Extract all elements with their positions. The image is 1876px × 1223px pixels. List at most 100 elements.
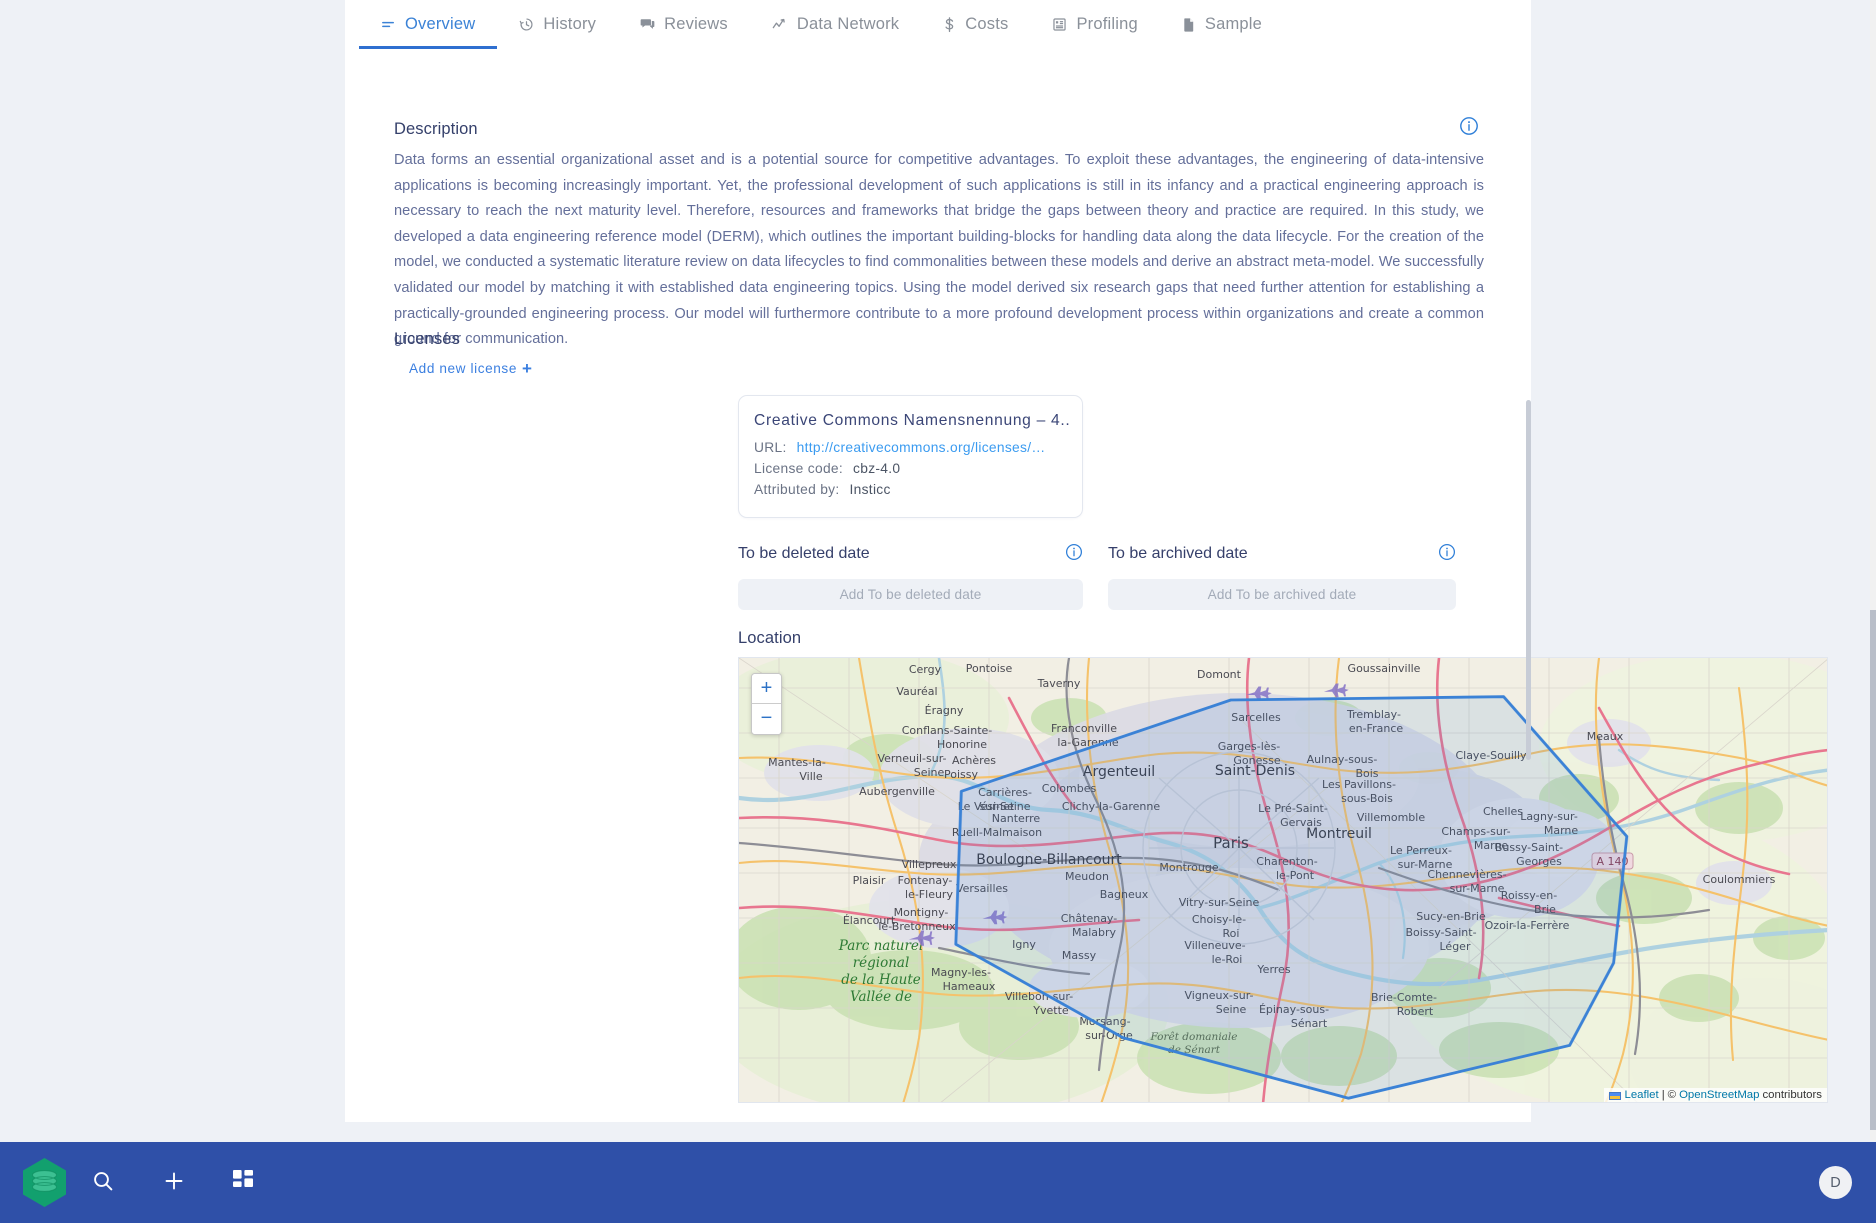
tab-label: History [543, 15, 597, 34]
copyright-symbol: © [1667, 1089, 1677, 1101]
map-city-label: Taverny [1037, 677, 1081, 690]
map-attribution: Leaflet | © OpenStreetMap contributors [1604, 1088, 1827, 1102]
tab-profiling[interactable]: Profiling [1030, 0, 1159, 49]
to-be-archived-date-header: To be archived date [1108, 543, 1456, 565]
profiling-icon [1052, 17, 1067, 32]
window-scrollbar-thumb[interactable] [1870, 610, 1876, 1130]
tab-label: Data Network [796, 15, 900, 34]
map-city-label: Fontenay- [898, 874, 953, 887]
map-city-label: le-Fleury [905, 888, 953, 901]
license-code-value: cbz-4.0 [853, 461, 901, 476]
description-heading: Description [394, 120, 478, 138]
map-city-label: Meaux [1587, 730, 1624, 743]
map-city-label: Ville [799, 770, 822, 783]
map-city-label: Pontoise [966, 662, 1013, 675]
license-attributed-row: Attributed by: Insticc [754, 482, 891, 497]
tab-overview[interactable]: Overview [359, 0, 498, 49]
map-city-label: Coulommiers [1703, 873, 1776, 886]
license-card[interactable]: Creative Commons Namensnennung – 4.... U… [738, 395, 1083, 518]
tab-sample[interactable]: Sample [1160, 0, 1284, 49]
to-be-deleted-date-header: To be deleted date [738, 543, 1083, 565]
openstreetmap-link[interactable]: OpenStreetMap [1679, 1089, 1759, 1101]
info-circle-icon[interactable] [1459, 116, 1479, 141]
license-attributed-value: Insticc [849, 482, 891, 497]
map-city-label: Villepreux [902, 858, 957, 871]
add-new-license-button[interactable]: Add new license + [409, 360, 533, 377]
to-be-deleted-date-field: To be deleted date [738, 543, 1083, 610]
map-park-label: de la Haute [841, 972, 921, 988]
licenses-heading: Licenses [394, 330, 460, 348]
tab-history[interactable]: History [497, 0, 618, 49]
map-city-label: Goussainville [1348, 662, 1421, 675]
info-circle-icon[interactable] [1065, 543, 1083, 566]
tab-reviews[interactable]: Reviews [618, 0, 750, 49]
map-city-label: Élancourt [843, 914, 896, 927]
layers-hexagon-logo[interactable] [17, 1155, 72, 1210]
to-be-deleted-date-label: To be deleted date [738, 545, 870, 562]
map-park-label: Vallée de [850, 989, 912, 1005]
tab-label: Costs [965, 15, 1009, 34]
license-url-link[interactable]: http://creativecommons.org/licenses/… [797, 440, 1046, 455]
license-url-row: URL: http://creativecommons.org/licenses… [754, 440, 1045, 455]
map-city-label: Montigny- [894, 906, 949, 919]
license-attributed-label: Attributed by: [754, 482, 840, 497]
info-circle-icon[interactable] [1438, 543, 1456, 566]
grid-apps-icon[interactable] [232, 1169, 260, 1197]
map-city-label: Verneuil-sur- [877, 752, 946, 765]
panel-scrollbar-thumb[interactable] [1526, 400, 1531, 760]
zoom-in-button[interactable]: + [752, 674, 781, 704]
leaflet-link[interactable]: Leaflet [1624, 1089, 1658, 1101]
contributors-text: contributors [1762, 1089, 1822, 1101]
to-be-archived-date-label: To be archived date [1108, 545, 1248, 562]
plus-icon: + [522, 359, 533, 378]
map-city-label: Magny-les- [931, 966, 991, 979]
clock-icon [519, 17, 534, 32]
map-city-label: Plaisir [853, 874, 886, 887]
map-park-label: régional [853, 955, 910, 971]
comment-icon [640, 17, 655, 32]
plus-icon[interactable] [162, 1169, 190, 1197]
license-code-row: License code: cbz-4.0 [754, 461, 900, 476]
attribution-separator: | [1661, 1089, 1665, 1101]
license-url-label: URL: [754, 440, 787, 455]
map-city-label: Aubergenville [859, 785, 935, 798]
description-text: Data forms an essential organizational a… [394, 152, 1484, 348]
to-be-archived-date-input[interactable] [1108, 579, 1456, 610]
to-be-deleted-date-input[interactable] [738, 579, 1083, 610]
dollar-icon [943, 16, 956, 33]
tab-label: Profiling [1076, 15, 1138, 34]
tab-label: Reviews [664, 15, 728, 34]
map-city-label: Conflans-Sainte- [902, 724, 993, 737]
map-city-label: Hameaux [943, 980, 996, 993]
map-park-label: Parc naturel [838, 938, 923, 954]
tab-data-network[interactable]: Data Network [750, 0, 921, 49]
dataset-overview-panel: Overview History Reviews Data Network Co… [345, 0, 1828, 1122]
to-be-archived-date-field: To be archived date [1108, 543, 1456, 610]
user-avatar[interactable]: D [1819, 1166, 1852, 1199]
search-icon[interactable] [91, 1169, 119, 1197]
map-city-label: Cergy [909, 663, 942, 676]
map-zoom-controls[interactable]: + − [751, 673, 782, 735]
map-city-label: Seine [914, 766, 945, 779]
map-city-label: Poissy [944, 768, 978, 781]
map-city-label: Éragny [925, 704, 964, 717]
app-root: Overview History Reviews Data Network Co… [0, 0, 1876, 1223]
license-title: Creative Commons Namensnennung – 4.... [754, 412, 1069, 429]
add-new-license-label: Add new license [409, 361, 517, 376]
document-icon [1182, 17, 1196, 33]
map-city-label: Mantes-la- [768, 756, 826, 769]
location-heading: Location [738, 629, 802, 647]
leaflet-flag-icon [1609, 1092, 1622, 1100]
tab-costs[interactable]: Costs [921, 0, 1030, 49]
window-scrollbar[interactable] [1870, 0, 1876, 1141]
taskbar: D [0, 1142, 1876, 1223]
zoom-out-button[interactable]: − [752, 704, 781, 734]
lines-icon [381, 17, 396, 32]
tab-label: Sample [1204, 15, 1263, 34]
license-code-label: License code: [754, 461, 844, 476]
location-map[interactable]: .town { font-family: "DejaVu Sans", sans… [738, 657, 1828, 1103]
map-city-label: Vauréal [896, 685, 937, 698]
tab-label: Overview [405, 15, 476, 34]
trend-chart-icon [772, 17, 788, 32]
map-city-label: Franconville [1051, 722, 1117, 735]
